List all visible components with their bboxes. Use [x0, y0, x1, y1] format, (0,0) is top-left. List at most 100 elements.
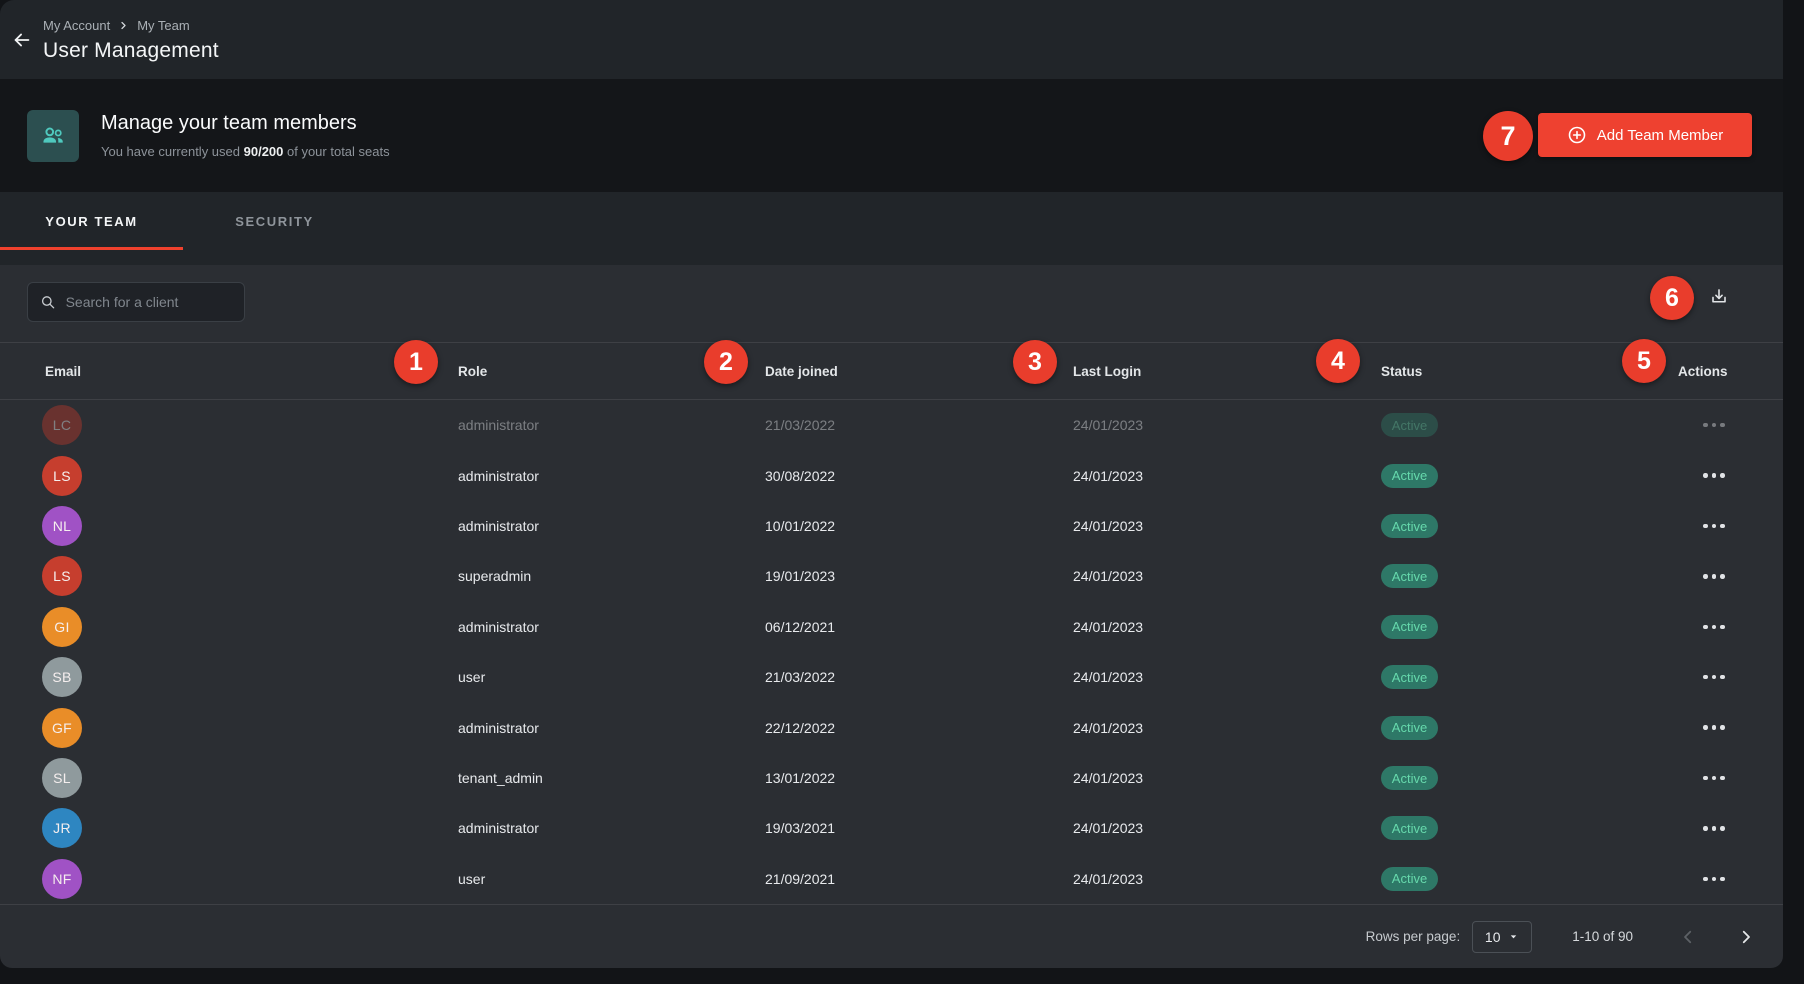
cell-last-login: 24/01/2023 [1073, 669, 1381, 685]
annotation-marker-6: 6 [1650, 276, 1694, 320]
subtitle-prefix: You have currently used [101, 144, 244, 159]
row-actions-menu-icon[interactable] [1700, 423, 1728, 428]
table-row: GI administrator 06/12/2021 24/01/2023 A… [0, 602, 1783, 652]
cell-last-login: 24/01/2023 [1073, 468, 1381, 484]
breadcrumb-chevron-icon [119, 21, 128, 30]
search-box[interactable] [27, 282, 245, 322]
avatar: LS [42, 556, 82, 596]
annotation-marker-1: 1 [394, 340, 438, 384]
cell-date-joined: 21/03/2022 [765, 669, 1073, 685]
table-row: SL tenant_admin 13/01/2022 24/01/2023 Ac… [0, 753, 1783, 803]
avatar: SB [42, 657, 82, 697]
row-actions-menu-icon[interactable] [1700, 776, 1728, 781]
tab-your-team[interactable]: YOUR TEAM [0, 192, 183, 250]
cell-role: user [458, 669, 765, 685]
table-row: SB user 21/03/2022 24/01/2023 Active [0, 652, 1783, 702]
search-icon [40, 293, 56, 311]
table-toolbar [0, 265, 1783, 342]
avatar: SL [42, 758, 82, 798]
annotation-marker-4: 4 [1316, 339, 1360, 383]
team-members-icon [27, 110, 79, 162]
seats-used-count: 90/200 [244, 144, 284, 159]
row-actions-menu-icon[interactable] [1700, 625, 1728, 630]
row-actions-menu-icon[interactable] [1700, 473, 1728, 478]
tab-security[interactable]: SECURITY [183, 192, 366, 250]
cell-date-joined: 13/01/2022 [765, 770, 1073, 786]
avatar: NF [42, 859, 82, 899]
cell-date-joined: 19/03/2021 [765, 820, 1073, 836]
previous-page-icon[interactable] [1675, 924, 1701, 950]
search-input[interactable] [66, 294, 232, 310]
row-actions-menu-icon[interactable] [1700, 725, 1728, 730]
status-badge: Active [1381, 816, 1438, 840]
row-actions-menu-icon[interactable] [1700, 877, 1728, 882]
annotation-marker-7: 7 [1483, 111, 1533, 161]
status-badge: Active [1381, 514, 1438, 538]
breadcrumb-my-account[interactable]: My Account [43, 18, 110, 33]
back-arrow-icon[interactable] [8, 26, 36, 54]
pagination-range: 1-10 of 90 [1572, 929, 1633, 944]
table-row: NL administrator 10/01/2022 24/01/2023 A… [0, 501, 1783, 551]
row-actions-menu-icon[interactable] [1700, 675, 1728, 680]
cell-role: administrator [458, 417, 765, 433]
status-badge: Active [1381, 867, 1438, 891]
avatar: GI [42, 607, 82, 647]
cell-date-joined: 10/01/2022 [765, 518, 1073, 534]
cell-date-joined: 21/09/2021 [765, 871, 1073, 887]
rows-per-page-select[interactable]: 10 [1472, 921, 1532, 953]
table-row: LS superadmin 19/01/2023 24/01/2023 Acti… [0, 551, 1783, 601]
cell-date-joined: 22/12/2022 [765, 720, 1073, 736]
annotation-marker-2: 2 [704, 340, 748, 384]
cell-role: administrator [458, 820, 765, 836]
add-team-member-button[interactable]: Add Team Member [1538, 113, 1752, 157]
cell-last-login: 24/01/2023 [1073, 820, 1381, 836]
download-icon[interactable] [1701, 279, 1737, 315]
table-footer: Rows per page: 10 1-10 of 90 [0, 904, 1783, 968]
cell-last-login: 24/01/2023 [1073, 720, 1381, 736]
table-row: JR administrator 19/03/2021 24/01/2023 A… [0, 803, 1783, 853]
rows-per-page-label: Rows per page: [1366, 929, 1461, 944]
status-badge: Active [1381, 413, 1438, 437]
status-badge: Active [1381, 564, 1438, 588]
table-row: GF administrator 22/12/2022 24/01/2023 A… [0, 702, 1783, 752]
status-badge: Active [1381, 464, 1438, 488]
row-actions-menu-icon[interactable] [1700, 826, 1728, 831]
cell-date-joined: 06/12/2021 [765, 619, 1073, 635]
plus-circle-icon [1567, 125, 1587, 145]
status-badge: Active [1381, 615, 1438, 639]
annotation-marker-3: 3 [1013, 340, 1057, 384]
status-badge: Active [1381, 665, 1438, 689]
cell-role: superadmin [458, 568, 765, 584]
tab-list: YOUR TEAM SECURITY [0, 192, 1783, 250]
annotation-marker-5: 5 [1622, 339, 1666, 383]
cell-role: administrator [458, 468, 765, 484]
cell-last-login: 24/01/2023 [1073, 871, 1381, 887]
cell-role: administrator [458, 518, 765, 534]
cell-date-joined: 30/08/2022 [765, 468, 1073, 484]
team-table-panel: Email Role Date joined Last Login Status… [0, 265, 1783, 968]
breadcrumb: My Account My Team [43, 18, 219, 33]
top-header-bar: My Account My Team User Management [0, 0, 1783, 79]
page-title: User Management [43, 39, 219, 63]
breadcrumb-my-team[interactable]: My Team [137, 18, 190, 33]
tabs-band: YOUR TEAM SECURITY [0, 192, 1783, 265]
avatar: LS [42, 456, 82, 496]
avatar: LC [42, 405, 82, 445]
status-badge: Active [1381, 716, 1438, 740]
rows-per-page-value: 10 [1485, 929, 1501, 945]
next-page-icon[interactable] [1733, 924, 1759, 950]
banner-subtitle: You have currently used 90/200 of your t… [101, 144, 390, 159]
table-row: LC administrator 21/03/2022 24/01/2023 A… [0, 400, 1783, 450]
caret-down-icon [1508, 931, 1519, 942]
row-actions-menu-icon[interactable] [1700, 574, 1728, 579]
cell-role: user [458, 871, 765, 887]
table-row: NF user 21/09/2021 24/01/2023 Active [0, 854, 1783, 904]
row-actions-menu-icon[interactable] [1700, 524, 1728, 529]
avatar: GF [42, 708, 82, 748]
cell-role: administrator [458, 619, 765, 635]
cell-last-login: 24/01/2023 [1073, 518, 1381, 534]
avatar: NL [42, 506, 82, 546]
cell-last-login: 24/01/2023 [1073, 568, 1381, 584]
avatar: JR [42, 808, 82, 848]
cell-date-joined: 19/01/2023 [765, 568, 1073, 584]
